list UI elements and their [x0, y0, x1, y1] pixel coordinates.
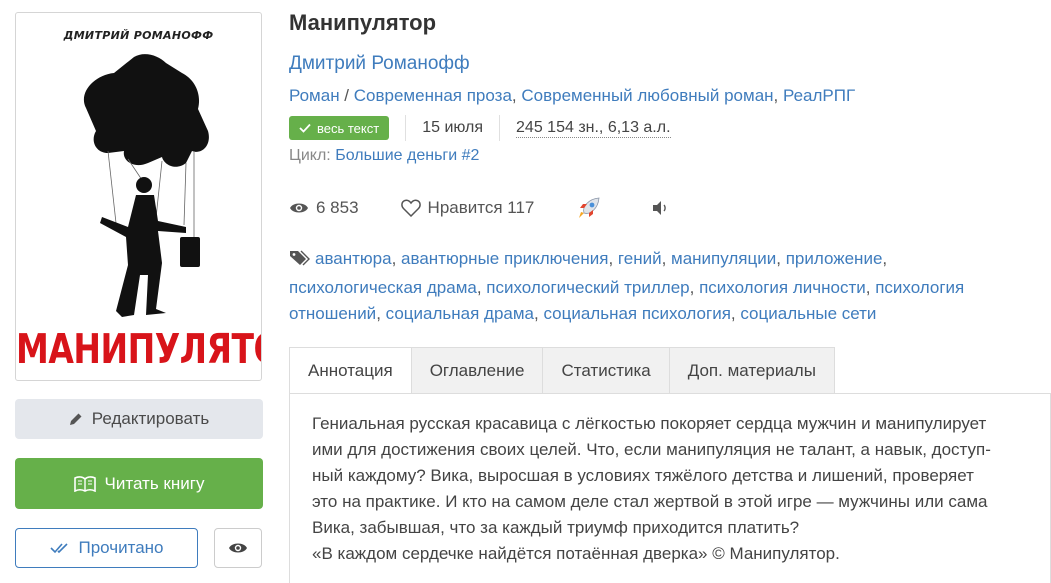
views-stat: 6 853: [289, 198, 359, 218]
divider: [405, 115, 407, 141]
annotation-line: это на практике. И кто на самом деле ста…: [312, 492, 988, 511]
annotation-line: Вика, забывшая, что за каждый триумф при…: [312, 518, 800, 537]
tab-statistics[interactable]: Статистика: [543, 347, 670, 394]
annotation-line: «В каждом сердечке найдётся потаённая дв…: [312, 544, 840, 563]
tag-list: авантюра, авантюрные приключения, гений,…: [289, 248, 965, 323]
divider: [499, 115, 501, 141]
book-cover[interactable]: ДМИТРИЙ РОМАНОФФ МАНИПУЛЯТОР: [15, 12, 262, 381]
tab-annotation[interactable]: Аннотация: [289, 347, 412, 394]
edit-button-label: Редактировать: [91, 409, 210, 428]
publish-date: 15 июля: [422, 119, 484, 136]
tag-link[interactable]: авантюрные приключения: [401, 249, 608, 268]
like-button[interactable]: Нравится 117: [400, 198, 535, 218]
genre-list: Роман / Современная проза, Современный л…: [289, 86, 856, 105]
genre-link[interactable]: Современный любовный роман: [521, 86, 773, 105]
tag-link[interactable]: социальные сети: [740, 304, 876, 323]
cycle-info: Цикл: Большие деньги #2: [289, 147, 479, 165]
views-count: 6 853: [316, 198, 359, 217]
stats-row: 6 853 Нравится 117: [289, 196, 718, 220]
read-book-label: Читать книгу: [104, 473, 205, 493]
genre-link[interactable]: Современная проза: [354, 86, 512, 105]
tag-icon: [289, 248, 311, 275]
eye-icon: [290, 203, 308, 213]
status-badge-label: весь текст: [317, 120, 380, 136]
rocket-button[interactable]: [576, 195, 609, 221]
annotation-line: ный каждому? Вика, выросшая в условиях т…: [312, 466, 974, 485]
tag-link[interactable]: манипуляции: [671, 249, 776, 268]
tag-link[interactable]: гений: [618, 249, 662, 268]
read-book-button[interactable]: Читать книгу: [15, 458, 263, 509]
tag-link[interactable]: авантюра: [315, 249, 392, 268]
book-author-link[interactable]: Дмитрий Романофф: [289, 53, 470, 75]
tab-contents[interactable]: Оглавление: [411, 347, 544, 394]
cover-title: МАНИПУЛЯТОР: [16, 324, 261, 373]
tag-link[interactable]: психология личности: [699, 278, 866, 297]
annotation-line: ими для достижения своих целей. Что, есл…: [312, 440, 991, 459]
heart-icon: [400, 199, 421, 217]
book-icon: [73, 475, 96, 492]
mark-read-label: Прочитано: [78, 538, 164, 557]
cover-author: ДМИТРИЙ РОМАНОФФ: [63, 29, 214, 42]
speaker-icon: [653, 201, 667, 215]
annotation-line: Гениальная русская красавица с лёгкостью…: [312, 414, 987, 433]
genre-link[interactable]: РеалРПГ: [783, 86, 855, 105]
tab-bar: Аннотация Оглавление Статистика Доп. мат…: [289, 347, 835, 394]
book-title: Манипулятор: [289, 10, 437, 35]
audio-button[interactable]: [651, 200, 676, 216]
check-icon: [299, 123, 311, 133]
cycle-label: Цикл:: [289, 147, 331, 164]
annotation-panel: Гениальная русская красавица с лёгкостью…: [289, 393, 1051, 583]
mark-read-button[interactable]: Прочитано: [15, 528, 198, 568]
tag-link[interactable]: психологический триллер: [486, 278, 689, 297]
edit-button[interactable]: Редактировать: [15, 399, 263, 439]
tag-link[interactable]: социальная драма: [386, 304, 534, 323]
status-badge: весь текст: [289, 116, 390, 140]
pencil-icon: [69, 412, 83, 426]
rocket-icon: [579, 197, 600, 218]
likes-label: Нравится 117: [427, 198, 535, 217]
tag-link[interactable]: психологическая драма: [289, 278, 477, 297]
genre-link[interactable]: Роман: [289, 86, 340, 105]
book-size: 245 154 зн., 6,13 а.л.: [516, 118, 671, 138]
tag-link[interactable]: социальная психология: [543, 304, 730, 323]
cycle-link[interactable]: Большие деньги #2: [335, 147, 479, 164]
meta-row: весь текст 15 июля 245 154 зн., 6,13 а.л…: [289, 115, 671, 141]
eye-icon: [228, 541, 248, 555]
double-check-icon: [49, 542, 70, 554]
watch-button[interactable]: [214, 528, 262, 568]
tag-link[interactable]: приложение: [786, 249, 883, 268]
tab-extra-materials[interactable]: Доп. материалы: [669, 347, 835, 394]
